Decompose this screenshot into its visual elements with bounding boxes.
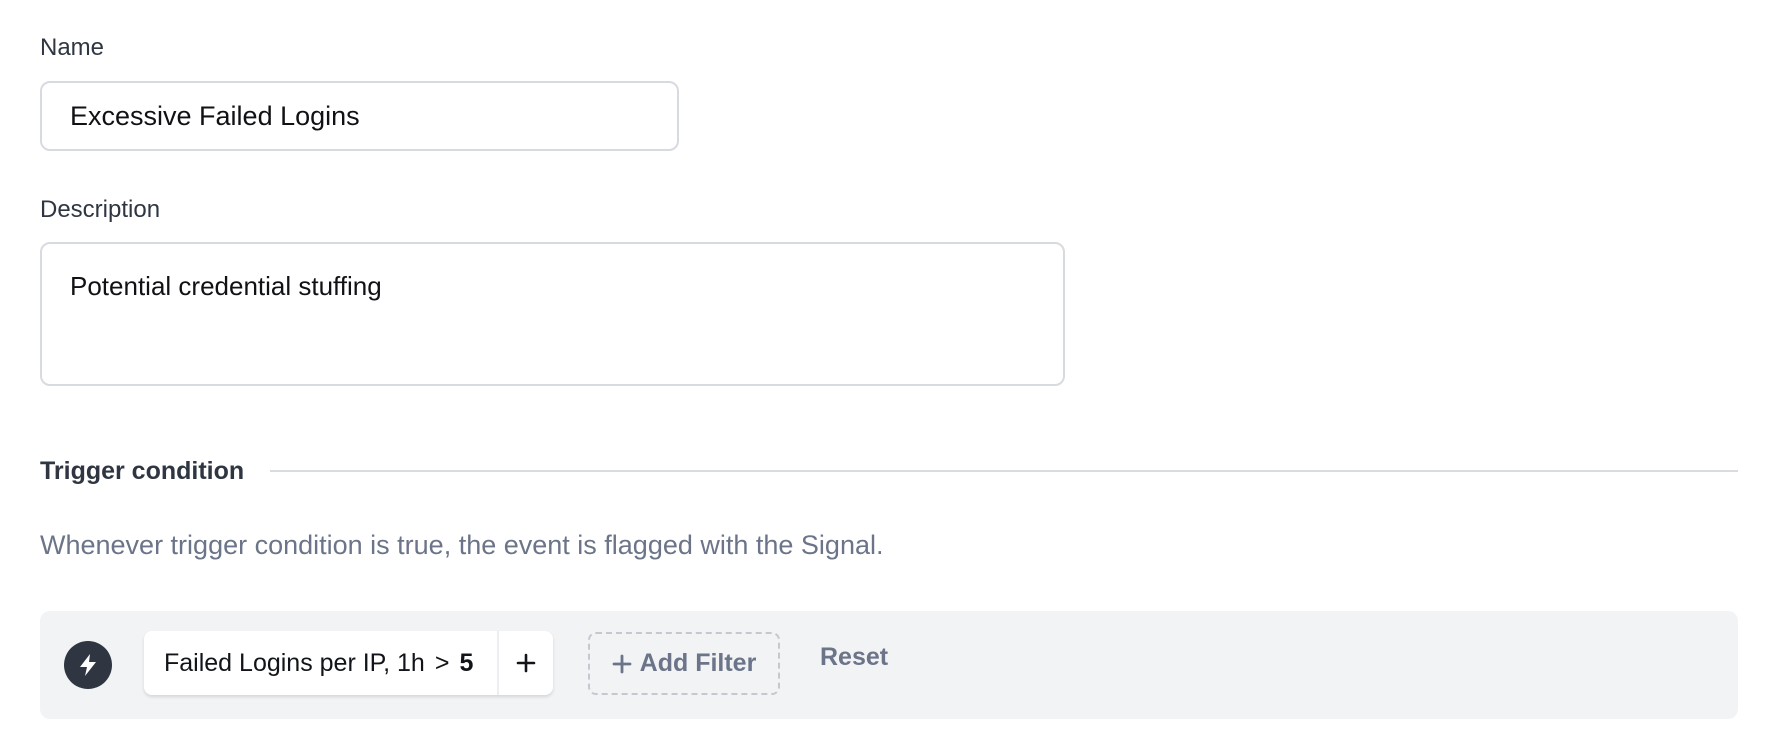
trigger-helper-text: Whenever trigger condition is true, the …: [40, 530, 884, 560]
condition-expression[interactable]: Failed Logins per IP, 1h > 5: [144, 631, 497, 695]
add-condition-button[interactable]: [497, 631, 553, 695]
trigger-condition-header: Trigger condition: [40, 453, 1738, 489]
name-input[interactable]: [40, 81, 679, 151]
trigger-condition-title: Trigger condition: [40, 456, 245, 485]
add-filter-label: Add Filter: [639, 649, 757, 677]
name-label: Name: [40, 34, 105, 61]
description-label: Description: [40, 196, 161, 223]
condition-chip: Failed Logins per IP, 1h > 5: [144, 631, 554, 695]
section-divider: [270, 470, 1738, 472]
lightning-bolt-icon: [64, 641, 112, 689]
add-filter-button[interactable]: Add Filter: [588, 632, 780, 695]
condition-value: 5: [459, 648, 474, 677]
plus-icon: [517, 653, 536, 673]
signal-form: Name Description Potential credential st…: [0, 0, 1768, 754]
plus-icon: [612, 654, 632, 673]
description-textarea[interactable]: Potential credential stuffing: [40, 242, 1065, 386]
reset-button[interactable]: Reset: [820, 643, 888, 672]
condition-operator: >: [434, 648, 450, 677]
condition-metric: Failed Logins per IP, 1h: [164, 648, 425, 677]
trigger-condition-panel: Failed Logins per IP, 1h > 5 Add Filter …: [40, 611, 1738, 719]
